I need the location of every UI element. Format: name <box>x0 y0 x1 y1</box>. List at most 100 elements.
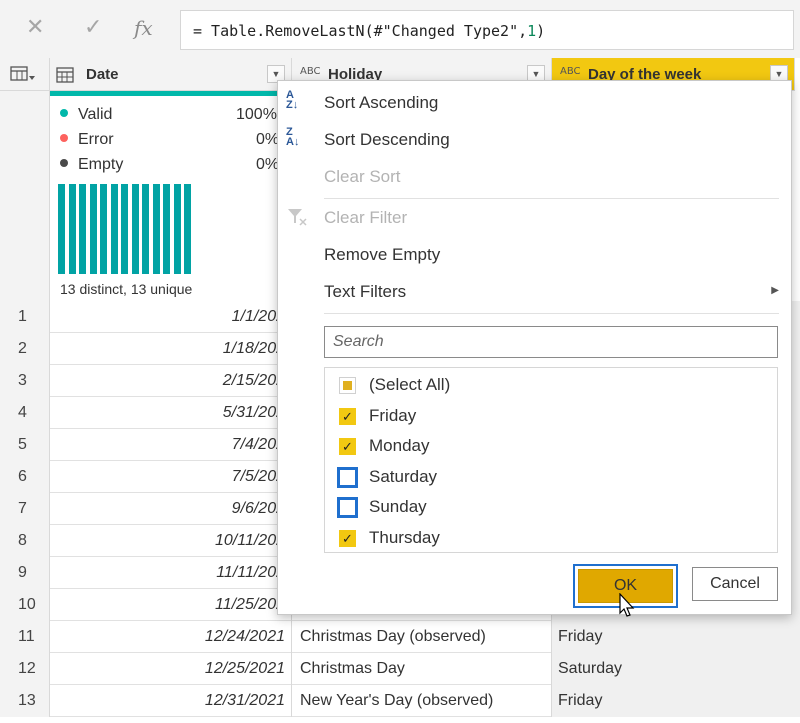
distribution-bar <box>58 184 65 274</box>
distribution-bar <box>184 184 191 274</box>
menu-separator <box>324 198 779 199</box>
row-number[interactable]: 11 <box>0 621 50 653</box>
checkbox[interactable]: ✓ <box>339 529 356 547</box>
date-cell[interactable]: 11/11/202 <box>50 557 292 589</box>
filter-value-item[interactable]: ✓ Monday <box>325 431 777 461</box>
holiday-cell[interactable]: Christmas Day (observed) <box>292 621 552 653</box>
checkbox[interactable] <box>337 466 358 488</box>
filter-value-label: Sunday <box>369 497 427 516</box>
date-cell[interactable]: 12/25/2021 <box>50 653 292 685</box>
row-number[interactable]: 4 <box>0 397 50 429</box>
row-number[interactable]: 12 <box>0 653 50 685</box>
day-of-week-cell[interactable]: Saturday <box>552 653 800 685</box>
sort-descending-icon: Z A↓ <box>286 126 300 148</box>
distribution-bar <box>131 184 139 274</box>
remove-empty-item[interactable]: Remove Empty <box>278 237 791 271</box>
filter-value-item[interactable]: Sunday <box>325 492 777 522</box>
sort-ascending-item[interactable]: A Z↓ Sort Ascending <box>278 85 791 119</box>
formula-bar: ✕ ✓ fx = Table.RemoveLastN(#"Changed Typ… <box>0 0 800 56</box>
submenu-arrow-icon: ▶ <box>771 285 779 296</box>
distinct-count: 13 distinct, 13 unique <box>60 281 193 297</box>
menu-separator <box>324 313 779 314</box>
date-cell[interactable]: 7/4/202 <box>50 429 292 461</box>
date-cell[interactable]: 11/25/202 <box>50 589 292 621</box>
holiday-cell[interactable]: New Year's Day (observed) <box>292 685 552 717</box>
row-number[interactable]: 1 <box>0 301 50 333</box>
empty-stat: Empty <box>60 156 123 174</box>
row-number[interactable]: 3 <box>0 365 50 397</box>
error-stat: Error <box>60 131 114 149</box>
checkbox[interactable] <box>339 377 356 394</box>
formula-text: = Table.RemoveLastN(#"Changed Type2",1) <box>193 22 546 40</box>
valid-stat: Valid <box>60 106 112 124</box>
date-cell[interactable]: 9/6/202 <box>50 493 292 525</box>
row-number[interactable]: 10 <box>0 589 50 621</box>
holiday-cell[interactable]: Christmas Day <box>292 653 552 685</box>
distribution-bar <box>68 184 76 274</box>
date-cell[interactable]: 1/18/202 <box>50 333 292 365</box>
clear-filter-item[interactable]: Clear Filter <box>278 200 791 234</box>
day-of-week-cell[interactable]: Friday <box>552 621 800 653</box>
error-dot-icon <box>60 133 68 142</box>
filter-value-label: Saturday <box>369 466 438 486</box>
value-distribution-chart <box>58 184 194 274</box>
row-number[interactable]: 5 <box>0 429 50 461</box>
day-of-week-cell[interactable]: Friday <box>552 685 800 717</box>
date-cell[interactable]: 5/31/202 <box>50 397 292 429</box>
date-cell[interactable]: 12/31/2021 <box>50 685 292 717</box>
close-icon[interactable]: ✕ <box>26 14 44 40</box>
mouse-cursor-icon <box>619 593 635 617</box>
table-menu-button[interactable] <box>0 58 50 91</box>
table-row[interactable]: 11 12/24/2021 Christmas Day (observed) Frid… <box>0 621 800 653</box>
date-cell[interactable]: 1/1/202 <box>50 301 292 333</box>
column-header-date[interactable]: Date ▼ <box>50 58 292 91</box>
empty-dot-icon <box>60 158 68 167</box>
filter-value-label: Friday <box>369 405 417 425</box>
distribution-bar <box>142 184 149 274</box>
text-filters-item[interactable]: Text Filters ▶ <box>278 274 791 308</box>
checkbox[interactable]: ✓ <box>339 407 356 425</box>
calendar-icon <box>56 67 74 83</box>
date-cell[interactable]: 2/15/202 <box>50 365 292 397</box>
filter-value-item[interactable]: Saturday <box>325 462 777 492</box>
row-number[interactable]: 13 <box>0 685 50 717</box>
row-number[interactable]: 8 <box>0 525 50 557</box>
column-label: Date <box>86 66 119 83</box>
distribution-bar <box>110 184 118 274</box>
date-cell[interactable]: 10/11/202 <box>50 525 292 557</box>
empty-pct: 0% <box>256 156 280 173</box>
table-icon <box>10 66 35 81</box>
check-icon[interactable]: ✓ <box>84 14 102 40</box>
distribution-bar <box>89 184 97 274</box>
table-row[interactable]: 13 12/31/2021 New Year's Day (observed) Fri… <box>0 685 800 717</box>
checkbox[interactable]: ✓ <box>339 438 356 455</box>
filter-value-item[interactable]: ✓ Friday <box>325 401 777 431</box>
valid-pct: 100% <box>236 106 277 123</box>
formula-input[interactable]: = Table.RemoveLastN(#"Changed Type2",1) <box>180 10 794 50</box>
distribution-bar <box>163 184 170 274</box>
sort-ascending-icon: A Z↓ <box>286 89 299 111</box>
checkbox[interactable] <box>337 497 358 518</box>
distribution-bar <box>173 184 181 274</box>
clear-sort-item[interactable]: Clear Sort <box>278 159 791 193</box>
filter-value-item[interactable]: ✓ Thursday <box>325 523 777 553</box>
row-number[interactable]: 9 <box>0 557 50 589</box>
sort-descending-item[interactable]: Z A↓ Sort Descending <box>278 122 791 156</box>
fx-icon[interactable]: fx <box>134 16 153 40</box>
text-type-icon: ABC <box>560 66 581 77</box>
table-row[interactable]: 12 12/25/2021 Christmas Day Saturday <box>0 653 800 685</box>
date-cell[interactable]: 12/24/2021 <box>50 621 292 653</box>
filter-menu: A Z↓ Sort Ascending Z A↓ Sort Descending C… <box>277 80 792 617</box>
row-number[interactable]: 7 <box>0 493 50 525</box>
error-pct: 0% <box>256 131 280 148</box>
cancel-button[interactable]: Cancel <box>692 567 778 601</box>
filter-value-item[interactable]: (Select All) <box>325 370 777 400</box>
filter-value-list: (Select All) ✓ Friday ✓ Monday Saturday Sunday… <box>324 367 778 553</box>
search-input[interactable] <box>324 326 778 358</box>
distribution-bar <box>121 184 128 274</box>
date-cell[interactable]: 7/5/202 <box>50 461 292 493</box>
distribution-bar <box>152 184 160 274</box>
row-number[interactable]: 2 <box>0 333 50 365</box>
row-number[interactable]: 6 <box>0 461 50 493</box>
filter-value-label: Monday <box>369 436 430 455</box>
